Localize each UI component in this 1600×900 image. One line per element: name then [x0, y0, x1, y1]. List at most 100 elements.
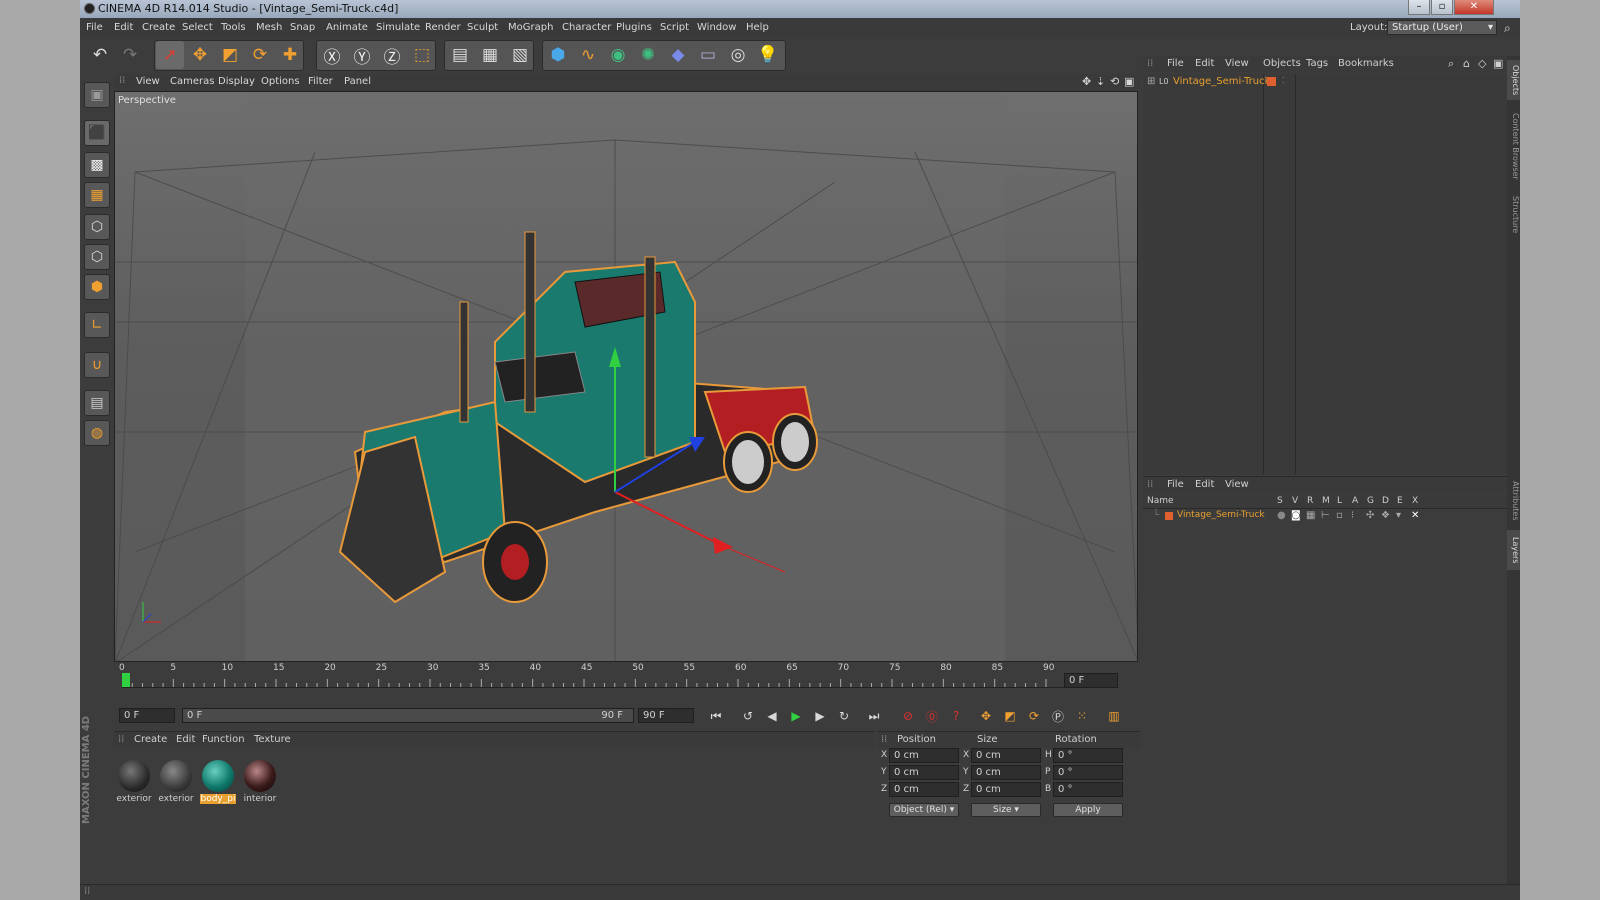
- key-scale-button[interactable]: ◩: [1000, 706, 1020, 726]
- position-y-field[interactable]: 0 cm: [889, 765, 959, 780]
- rotation-h-field[interactable]: 0 °: [1053, 748, 1123, 763]
- redo-button[interactable]: ↷: [116, 41, 144, 69]
- material-menu-create[interactable]: Create: [134, 734, 167, 745]
- deformer-button[interactable]: ◆: [664, 41, 692, 69]
- key-rotation-button[interactable]: ⟳: [1024, 706, 1044, 726]
- home-icon[interactable]: ⌂: [1463, 57, 1470, 70]
- menu-select[interactable]: Select: [182, 22, 213, 33]
- layer-name[interactable]: Vintage_Semi-Truck: [1177, 510, 1265, 520]
- menu-animate[interactable]: Animate: [326, 22, 368, 33]
- y-axis-lock-button[interactable]: Ⓨ: [348, 41, 376, 69]
- render-view-button[interactable]: ▤: [446, 41, 474, 69]
- material-swatch[interactable]: exterior: [116, 758, 152, 810]
- objects-menu-objects[interactable]: Objects: [1263, 58, 1301, 69]
- objects-menu-tags[interactable]: Tags: [1306, 58, 1328, 69]
- xref-toggle-icon[interactable]: ✕: [1411, 510, 1419, 521]
- menu-script[interactable]: Script: [660, 22, 689, 33]
- material-swatch-selected[interactable]: body_pi: [200, 758, 236, 810]
- timeline-ruler[interactable]: 0 5 10 15 20 25 30 35 40 45 50 55 60 65 70 75 80 85 90 0 F: [114, 663, 1140, 703]
- visible-eye-icon[interactable]: ◙: [1291, 510, 1301, 521]
- minimize-button[interactable]: –: [1408, 0, 1430, 15]
- coordinate-system-button[interactable]: ⬚: [408, 41, 436, 69]
- material-swatch[interactable]: interior: [242, 758, 278, 810]
- position-z-field[interactable]: 0 cm: [889, 782, 959, 797]
- key-position-button[interactable]: ✥: [976, 706, 996, 726]
- previous-frame-button[interactable]: ◀: [762, 706, 782, 726]
- position-x-field[interactable]: 0 cm: [889, 748, 959, 763]
- expression-toggle-icon[interactable]: ▾: [1396, 510, 1401, 521]
- viewport-menu-options[interactable]: Options: [261, 76, 300, 87]
- object-row[interactable]: ⊞ L0 Vintage_Semi-Truck ⁚: [1143, 76, 1507, 90]
- viewport-menu-display[interactable]: Display: [218, 76, 255, 87]
- rotate-tool-button[interactable]: ⟳: [246, 41, 274, 69]
- rotation-p-field[interactable]: 0 °: [1053, 765, 1123, 780]
- viewport-menu-panel[interactable]: Panel: [344, 76, 371, 87]
- live-select-button[interactable]: ➚: [156, 41, 184, 69]
- render-picture-viewer-button[interactable]: ▦: [476, 41, 504, 69]
- menu-render[interactable]: Render: [425, 22, 461, 33]
- layout-select[interactable]: Startup (User) ▾: [1387, 20, 1497, 35]
- menu-create[interactable]: Create: [142, 22, 175, 33]
- search-icon[interactable]: ⌕: [1504, 21, 1511, 36]
- menu-window[interactable]: Window: [697, 22, 736, 33]
- workplane-mode-button[interactable]: ▦: [84, 182, 110, 208]
- play-button[interactable]: ▶: [786, 706, 806, 726]
- array-object-button[interactable]: ✺: [634, 41, 662, 69]
- visibility-dots-icon[interactable]: ⁚: [1282, 76, 1285, 85]
- key-parameter-button[interactable]: Ⓟ: [1048, 706, 1068, 726]
- go-to-start-button[interactable]: ⏮: [706, 706, 726, 726]
- material-swatch[interactable]: exterior: [158, 758, 194, 810]
- snap-button[interactable]: ▤: [84, 390, 110, 416]
- lock-icon[interactable]: ▫: [1336, 510, 1343, 521]
- frame-range-slider[interactable]: 0 F 90 F: [182, 708, 634, 723]
- viewport-menu-cameras[interactable]: Cameras: [170, 76, 214, 87]
- menu-help[interactable]: Help: [746, 22, 769, 33]
- layers-menu-edit[interactable]: Edit: [1195, 479, 1214, 490]
- axis-mode-button[interactable]: ∟: [84, 312, 110, 338]
- scale-tool-button[interactable]: ◩: [216, 41, 244, 69]
- end-frame-field[interactable]: 90 F: [638, 708, 694, 723]
- coordinate-mode-select[interactable]: Object (Rel) ▾: [889, 803, 959, 817]
- undo-button[interactable]: ↶: [86, 41, 114, 69]
- render-settings-button[interactable]: ▧: [506, 41, 534, 69]
- light-object-button[interactable]: 💡: [754, 41, 782, 69]
- animation-toggle-icon[interactable]: ⁝: [1351, 510, 1354, 521]
- tab-structure[interactable]: Structure: [1507, 190, 1520, 240]
- recent-tools-button[interactable]: ✚: [276, 41, 304, 69]
- record-keys-button[interactable]: ⊘: [898, 706, 918, 726]
- tweak-mode-button[interactable]: ∪: [84, 352, 110, 378]
- next-key-button[interactable]: ↻: [834, 706, 854, 726]
- search-icon[interactable]: ⌕: [1448, 57, 1454, 71]
- menu-character[interactable]: Character: [562, 22, 611, 33]
- keyframe-selection-button[interactable]: ?: [946, 706, 966, 726]
- autokeying-button[interactable]: ⓪: [922, 706, 942, 726]
- z-axis-lock-button[interactable]: Ⓩ: [378, 41, 406, 69]
- perspective-viewport[interactable]: Perspective: [114, 91, 1138, 662]
- rotation-b-field[interactable]: 0 °: [1053, 782, 1123, 797]
- material-menu-edit[interactable]: Edit: [176, 734, 195, 745]
- objects-menu-bookmarks[interactable]: Bookmarks: [1338, 58, 1394, 69]
- nurbs-object-button[interactable]: ◉: [604, 41, 632, 69]
- previous-key-button[interactable]: ↺: [738, 706, 758, 726]
- size-y-field[interactable]: 0 cm: [971, 765, 1041, 780]
- make-editable-button[interactable]: ▣: [84, 82, 110, 108]
- manager-toggle-icon[interactable]: ⊢: [1321, 510, 1330, 521]
- timeline-window-button[interactable]: ▥: [1104, 706, 1124, 726]
- floor-object-button[interactable]: ▭: [694, 41, 722, 69]
- menu-edit[interactable]: Edit: [114, 22, 133, 33]
- layers-menu-view[interactable]: View: [1225, 479, 1249, 490]
- move-tool-button[interactable]: ✥: [186, 41, 214, 69]
- deformer-toggle-icon[interactable]: ❖: [1381, 510, 1390, 521]
- menu-mograph[interactable]: MoGraph: [508, 22, 553, 33]
- menu-snap[interactable]: Snap: [290, 22, 315, 33]
- viewport-menu-view[interactable]: View: [136, 76, 160, 87]
- model-mode-button[interactable]: ⬛: [84, 120, 110, 146]
- new-view-icon[interactable]: ▣: [1493, 57, 1503, 70]
- polygons-mode-button[interactable]: ⬢: [84, 274, 110, 300]
- tab-layers[interactable]: Layers: [1507, 530, 1520, 570]
- objects-menu-edit[interactable]: Edit: [1195, 58, 1214, 69]
- pan-view-icon[interactable]: ✥: [1082, 75, 1091, 88]
- texture-mode-button[interactable]: ▩: [84, 152, 110, 178]
- layers-menu-file[interactable]: File: [1167, 479, 1184, 490]
- solo-toggle-icon[interactable]: ●: [1277, 510, 1286, 521]
